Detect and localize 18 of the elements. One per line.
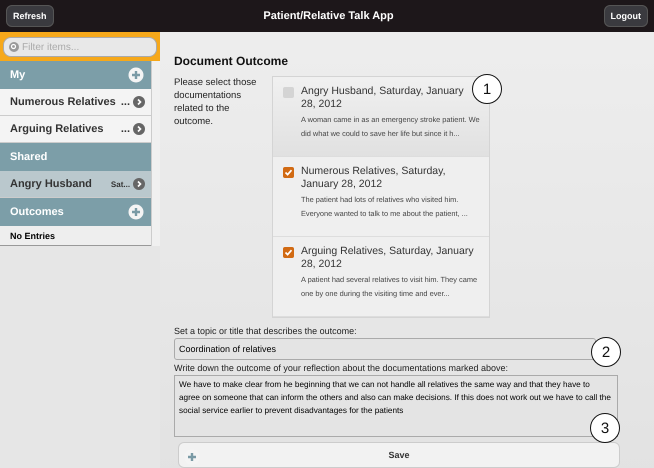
document-title: Arguing Relatives, Saturday, January 28, 2012 xyxy=(301,245,475,271)
app-title: Patient/Relative Talk App xyxy=(263,10,394,22)
instruction-text: Please select those documentations related to the outcome. xyxy=(174,76,258,129)
item-title: Arguing Relatives xyxy=(10,123,105,135)
item-detail: Sat... xyxy=(110,180,130,188)
item-title: Numerous Relatives xyxy=(10,96,117,108)
item-detail: ... xyxy=(120,123,130,135)
document-title: Numerous Relatives, Saturday, January 28, 2012 xyxy=(301,165,447,191)
field-label: Set a topic or title that describes the outcome: xyxy=(174,326,358,336)
field-label: Write down the outcome of your reflection about the documentations marked above: xyxy=(174,362,510,373)
item-title: Angry Husband xyxy=(10,178,93,190)
document-title: Angry Husband, Saturday, January 28, 2012 xyxy=(301,85,465,111)
item-detail: ... xyxy=(120,96,130,108)
empty-message: No Entries xyxy=(0,226,152,246)
section-title: Document Outcome xyxy=(174,54,290,68)
section-title: Shared xyxy=(10,151,48,163)
section-title: My xyxy=(10,69,26,81)
section-title: Outcomes xyxy=(10,206,64,218)
